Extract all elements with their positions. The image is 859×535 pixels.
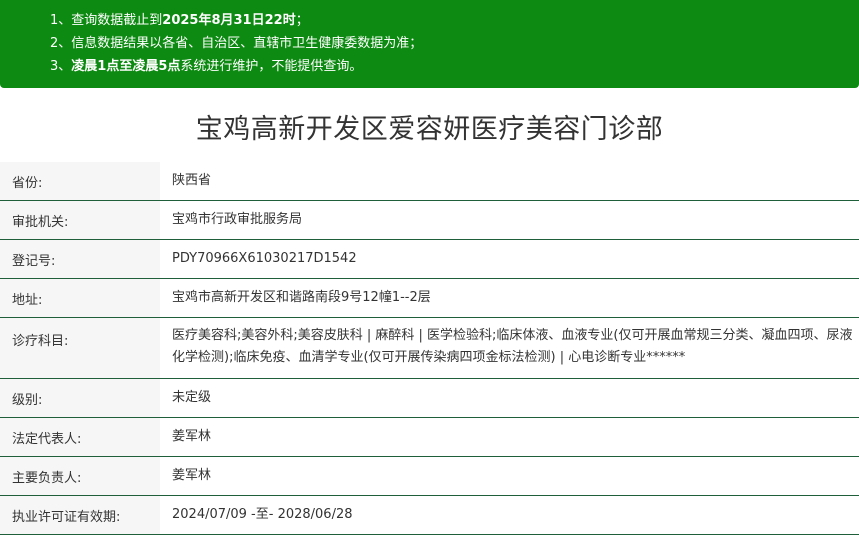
notice-banner: 1、查询数据截止到2025年8月31日22时； 2、信息数据结果以各省、自治区、… <box>0 0 859 88</box>
notice-line-3-suffix: 系统进行维护，不能提供查询。 <box>180 59 363 74</box>
field-label: 审批机关: <box>0 201 160 239</box>
field-label: 执业许可证有效期: <box>0 496 160 534</box>
field-label: 地址: <box>0 279 160 317</box>
field-label: 登记号: <box>0 240 160 278</box>
field-value: 宝鸡市高新开发区和谐路南段9号12幢1--2层 <box>172 290 431 305</box>
field-value: PDY70966X61030217D1542 <box>172 251 357 266</box>
table-row-registration-number: 登记号: PDY70966X61030217D1542 <box>0 240 859 279</box>
notice-line-3-prefix: 3、 <box>50 59 72 74</box>
info-table: 省份: 陕西省 审批机关: 宝鸡市行政审批服务局 登记号: PDY70966X6… <box>0 162 859 535</box>
table-row-level: 级别: 未定级 <box>0 379 859 418</box>
field-value: 宝鸡市行政审批服务局 <box>172 212 303 227</box>
table-row-treatment-subjects: 诊疗科目: 医疗美容科;美容外科;美容皮肤科 | 麻醉科 | 医学检验科;临床体… <box>0 318 859 379</box>
field-label: 级别: <box>0 379 160 417</box>
notice-line-1-bold: 2025年8月31日22时 <box>162 13 296 28</box>
field-value: 姜军林 <box>172 468 212 483</box>
field-value: 2024/07/09 -至- 2028/06/28 <box>172 507 353 522</box>
notice-line-3-bold: 凌晨1点至凌晨5点 <box>71 59 181 74</box>
field-value: 未定级 <box>172 390 212 405</box>
field-value: 陕西省 <box>172 173 212 188</box>
page-title: 宝鸡高新开发区爱容妍医疗美容门诊部 <box>195 114 664 145</box>
field-label: 诊疗科目: <box>0 318 160 378</box>
notice-line-1-suffix: ； <box>295 13 309 28</box>
table-row-address: 地址: 宝鸡市高新开发区和谐路南段9号12幢1--2层 <box>0 279 859 318</box>
table-row-approval-authority: 审批机关: 宝鸡市行政审批服务局 <box>0 201 859 240</box>
notice-line-1-prefix: 1、查询数据截止到 <box>50 13 163 28</box>
field-value: 姜军林 <box>172 429 212 444</box>
table-row-license-validity: 执业许可证有效期: 2024/07/09 -至- 2028/06/28 <box>0 496 859 535</box>
field-value: 医疗美容科;美容外科;美容皮肤科 | 麻醉科 | 医学检验科;临床体液、血液专业… <box>172 328 853 365</box>
field-label: 法定代表人: <box>0 418 160 456</box>
notice-line-1: 1、查询数据截止到2025年8月31日22时； <box>50 12 309 30</box>
table-row-principal: 主要负责人: 姜军林 <box>0 457 859 496</box>
notice-line-2-text: 2、信息数据结果以各省、自治区、直辖市卫生健康委数据为准； <box>50 36 423 51</box>
notice-line-3: 3、凌晨1点至凌晨5点系统进行维护，不能提供查询。 <box>50 58 362 76</box>
table-row-province: 省份: 陕西省 <box>0 162 859 201</box>
notice-line-2: 2、信息数据结果以各省、自治区、直辖市卫生健康委数据为准； <box>50 35 422 53</box>
field-label: 主要负责人: <box>0 457 160 495</box>
table-row-legal-representative: 法定代表人: 姜军林 <box>0 418 859 457</box>
field-label: 省份: <box>0 162 160 200</box>
